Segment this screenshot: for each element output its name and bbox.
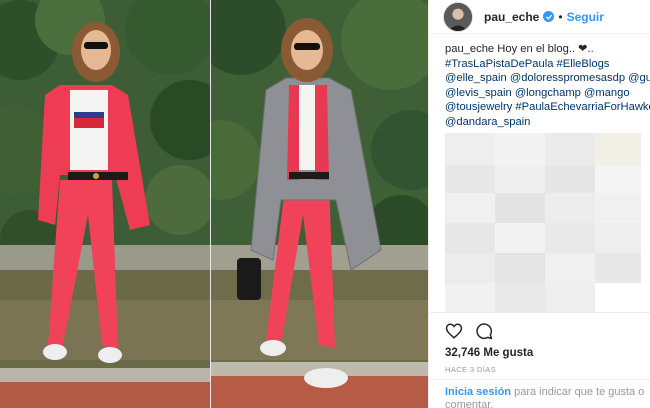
post-actions: 32,746 Me gusta HACE 3 DÍAS (429, 312, 650, 374)
caption-mentions-2[interactable]: @levis_spain @longchamp @mango (445, 86, 639, 101)
post-caption: pau_eche Hoy en el blog.. ❤.. #TrasLaPis… (429, 34, 650, 130)
heart-icon[interactable] (445, 322, 463, 340)
caption-username[interactable]: pau_eche (445, 43, 494, 55)
post-side-panel: pau_eche • Seguir pau_eche Hoy en el blo… (428, 0, 650, 408)
caption-mentions-4[interactable]: @dandara_spain (445, 115, 639, 130)
caption-mentions-3[interactable]: @tousjewelry #PaulaEchevarriaForHawkers (445, 100, 650, 115)
separator-dot: • (558, 9, 563, 24)
avatar[interactable] (443, 1, 473, 32)
username-link[interactable]: pau_eche (484, 10, 539, 24)
photo-panel-right (211, 0, 428, 408)
verified-badge-icon (543, 11, 555, 22)
post-header: pau_eche • Seguir (429, 0, 650, 34)
follow-button[interactable]: Seguir (567, 10, 604, 24)
likes-count[interactable]: 32,746 Me gusta (445, 347, 650, 359)
caption-hashtags-1[interactable]: #TrasLaPistaDePaula #ElleBlogs (445, 57, 639, 72)
login-link[interactable]: Inicia sesión (445, 386, 511, 398)
caption-line-1: Hoy en el blog.. ❤.. (497, 43, 594, 55)
blurred-comments (445, 133, 641, 313)
post-timestamp: HACE 3 DÍAS (445, 365, 497, 374)
caption-mentions-1[interactable]: @elle_spain @doloresspromesasdp @gucci (445, 71, 650, 86)
login-prompt: Inicia sesión para indicar que te gusta … (429, 379, 650, 408)
photo-panel-left (0, 0, 210, 408)
comment-icon[interactable] (475, 322, 493, 340)
post-photo[interactable] (0, 0, 428, 408)
